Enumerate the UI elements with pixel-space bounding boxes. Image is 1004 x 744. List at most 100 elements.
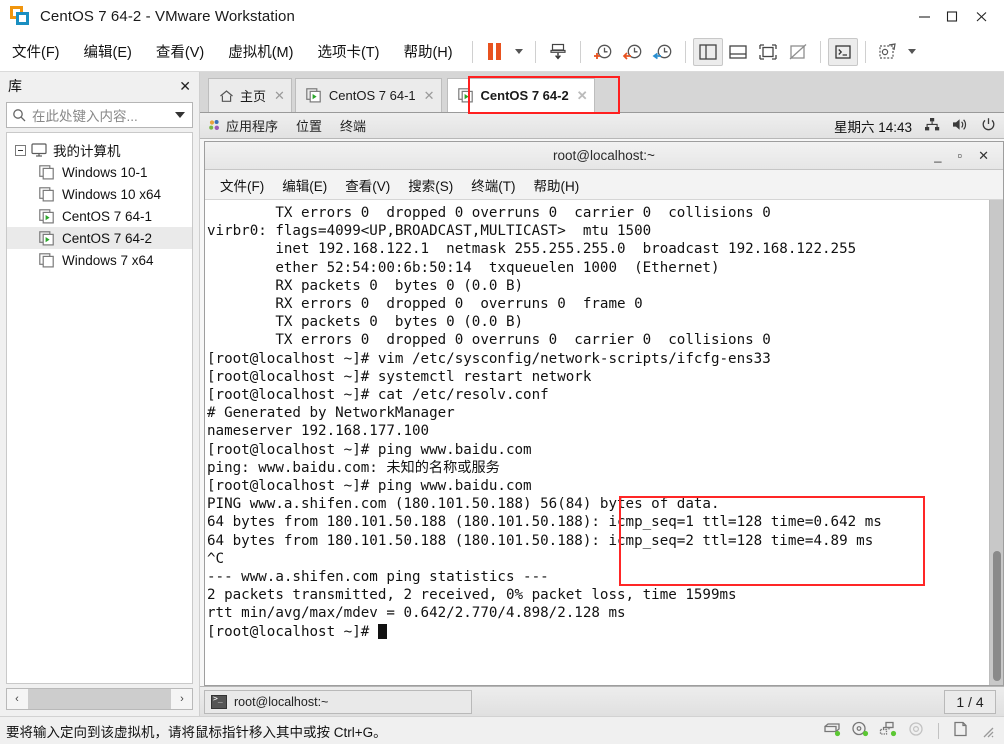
menu-help[interactable]: 帮助(H)	[393, 41, 462, 62]
gnome-menu-applications[interactable]: 应用程序	[226, 116, 278, 135]
menu-view[interactable]: 查看(V)	[146, 41, 214, 62]
vm-running-icon	[306, 88, 323, 103]
tab-label: 主页	[240, 89, 267, 104]
chevron-down-icon[interactable]	[175, 112, 185, 118]
workspace-switcher[interactable]: 1 / 4	[944, 689, 996, 714]
vm-panel: 主页 ✕ CentOS 7 64-1 ✕ CentOS 7 64-2 ✕ 应用程…	[200, 72, 1004, 716]
snapshot-take-icon[interactable]	[588, 38, 618, 66]
terminal-menu-terminal[interactable]: 终端(T)	[462, 175, 524, 195]
tab-centos-7-64-1[interactable]: CentOS 7 64-1 ✕	[294, 78, 442, 112]
terminal-line: 64 bytes from 180.101.50.188 (180.101.50…	[207, 532, 874, 549]
terminal-line: [root@localhost ~]# ping www.baidu.com	[207, 478, 532, 495]
terminal-menu-edit[interactable]: 编辑(E)	[273, 175, 336, 195]
tab-home[interactable]: 主页 ✕	[208, 78, 292, 112]
terminal-line: TX errors 0 dropped 0 overruns 0 carrier…	[207, 205, 771, 221]
library-horizontal-scrollbar[interactable]: ‹ ›	[6, 688, 193, 710]
terminal-menu-help[interactable]: 帮助(H)	[525, 175, 589, 195]
list-item[interactable]: Windows 10 x64	[7, 183, 192, 205]
status-message: 要将输入定向到该虚拟机，请将鼠标指针移入其中或按 Ctrl+G。	[6, 724, 387, 740]
terminal-body[interactable]: TX errors 0 dropped 0 overruns 0 carrier…	[205, 200, 1003, 685]
close-icon[interactable]: ✕	[179, 78, 191, 95]
terminal-line: inet 192.168.122.1 netmask 255.255.255.0…	[207, 241, 857, 258]
menu-file[interactable]: 文件(F)	[2, 41, 70, 62]
toolbar-divider-2	[534, 40, 536, 63]
send-ctrl-alt-del-icon[interactable]	[543, 38, 573, 66]
clock[interactable]: 星期六 14:43	[834, 116, 912, 136]
terminal-window[interactable]: root@localhost:~ _ ▫ ✕ 文件(F) 编辑(E) 查看(V)	[204, 141, 1004, 686]
taskbar-item-terminal[interactable]: root@localhost:~	[204, 689, 472, 714]
gnome-menu-places[interactable]: 位置	[296, 116, 322, 135]
terminal-line: 64 bytes from 180.101.50.188 (180.101.50…	[207, 514, 882, 531]
scrollbar-thumb[interactable]	[28, 689, 171, 709]
sidebar-item-centos-7-64-2[interactable]: CentOS 7 64-2	[7, 227, 192, 249]
terminal-line: 2 packets transmitted, 2 received, 0% pa…	[207, 587, 737, 604]
close-icon[interactable]: ✕	[978, 148, 989, 164]
list-item-label: Windows 7 x64	[62, 252, 154, 268]
search-placeholder: 在此处键入内容...	[32, 109, 138, 124]
sound-card-icon[interactable]	[907, 721, 925, 740]
vm-stopped-icon	[39, 186, 56, 202]
terminal-menu-search[interactable]: 搜索(S)	[399, 175, 462, 195]
library-title: 库	[8, 78, 22, 94]
terminal-output: TX errors 0 dropped 0 overruns 0 carrier…	[205, 200, 989, 685]
scroll-left-icon[interactable]: ‹	[7, 693, 27, 705]
network-adapter-icon[interactable]	[879, 721, 898, 740]
terminal-line: PING www.a.shifen.com (180.101.50.188) 5…	[207, 496, 720, 513]
close-icon[interactable]: ✕	[424, 88, 435, 104]
list-item[interactable]: Windows 10-1	[7, 161, 192, 183]
terminal-menu-file[interactable]: 文件(F)	[211, 175, 273, 195]
toolbar-divider-6	[864, 40, 866, 63]
library-sidebar: 库 ✕ 在此处键入内容... 我的计算机 Windows 10-1 Window…	[0, 72, 200, 716]
snapshot-manager-icon[interactable]	[648, 38, 678, 66]
pause-icon[interactable]	[480, 38, 510, 66]
close-icon[interactable]: ✕	[577, 88, 588, 104]
list-item[interactable]: Windows 7 x64	[7, 249, 192, 271]
maximize-icon[interactable]: ▫	[957, 148, 962, 163]
network-icon[interactable]	[924, 117, 940, 135]
terminal-menu-view[interactable]: 查看(V)	[336, 175, 399, 195]
volume-icon[interactable]	[952, 117, 969, 135]
power-dropdown-caret-icon[interactable]	[510, 38, 528, 66]
power-icon[interactable]	[981, 117, 996, 135]
tab-centos-7-64-2[interactable]: CentOS 7 64-2 ✕	[446, 78, 595, 112]
usb-icon[interactable]	[952, 721, 969, 740]
cd-dvd-icon[interactable]	[851, 721, 870, 740]
status-bar: 要将输入定向到该虚拟机，请将鼠标指针移入其中或按 Ctrl+G。	[0, 716, 1004, 744]
close-icon[interactable]	[966, 0, 996, 32]
console-view-icon[interactable]	[827, 37, 858, 66]
menu-vm[interactable]: 虚拟机(M)	[218, 41, 303, 62]
collapse-expander-icon[interactable]	[15, 144, 26, 156]
terminal-scrollbar[interactable]	[989, 200, 1003, 685]
snapshot-revert-icon[interactable]	[618, 38, 648, 66]
show-library-icon[interactable]	[692, 37, 723, 66]
tree-root-my-computer[interactable]: 我的计算机	[7, 139, 192, 161]
show-thumbnail-bar-icon[interactable]	[723, 38, 753, 66]
vm-library-tree[interactable]: 我的计算机 Windows 10-1 Windows 10 x64 CentOS…	[6, 132, 193, 684]
minimize-icon[interactable]: _	[934, 148, 941, 163]
menu-tabs[interactable]: 选项卡(T)	[307, 41, 389, 62]
scrollbar-thumb[interactable]	[993, 551, 1001, 681]
maximize-icon[interactable]	[938, 0, 966, 32]
terminal-menu-bar: 文件(F) 编辑(E) 查看(V) 搜索(S) 终端(T) 帮助(H)	[205, 170, 1003, 200]
search-input[interactable]: 在此处键入内容...	[6, 102, 193, 128]
guest-screen[interactable]: 应用程序 位置 终端 星期六 14:43 root@localhost:~ _ …	[200, 112, 1004, 716]
minimize-icon[interactable]	[910, 0, 938, 32]
menu-edit[interactable]: 编辑(E)	[74, 41, 142, 62]
scroll-right-icon[interactable]: ›	[172, 693, 192, 705]
terminal-line: TX packets 0 bytes 0 (0.0 B)	[207, 314, 524, 331]
stretch-dropdown-caret-icon[interactable]	[903, 38, 921, 66]
resize-grip-icon[interactable]	[980, 724, 994, 738]
full-screen-icon[interactable]	[753, 38, 783, 66]
close-icon[interactable]: ✕	[274, 88, 285, 104]
list-item[interactable]: CentOS 7 64-1	[7, 205, 192, 227]
vm-stopped-icon	[39, 252, 56, 268]
title-bar: CentOS 7 64-2 - VMware Workstation	[0, 0, 1004, 32]
hard-disk-icon[interactable]	[823, 721, 842, 740]
stretch-guest-icon[interactable]	[873, 38, 903, 66]
terminal-line: --- www.a.shifen.com ping statistics ---	[207, 569, 549, 586]
unity-mode-icon[interactable]	[783, 38, 813, 66]
list-item-label: CentOS 7 64-2	[62, 230, 153, 246]
toolbar-divider-1	[471, 40, 473, 63]
gnome-menu-terminal[interactable]: 终端	[340, 116, 366, 135]
terminal-line: ping: www.baidu.com: 未知的名称或服务	[207, 459, 500, 476]
